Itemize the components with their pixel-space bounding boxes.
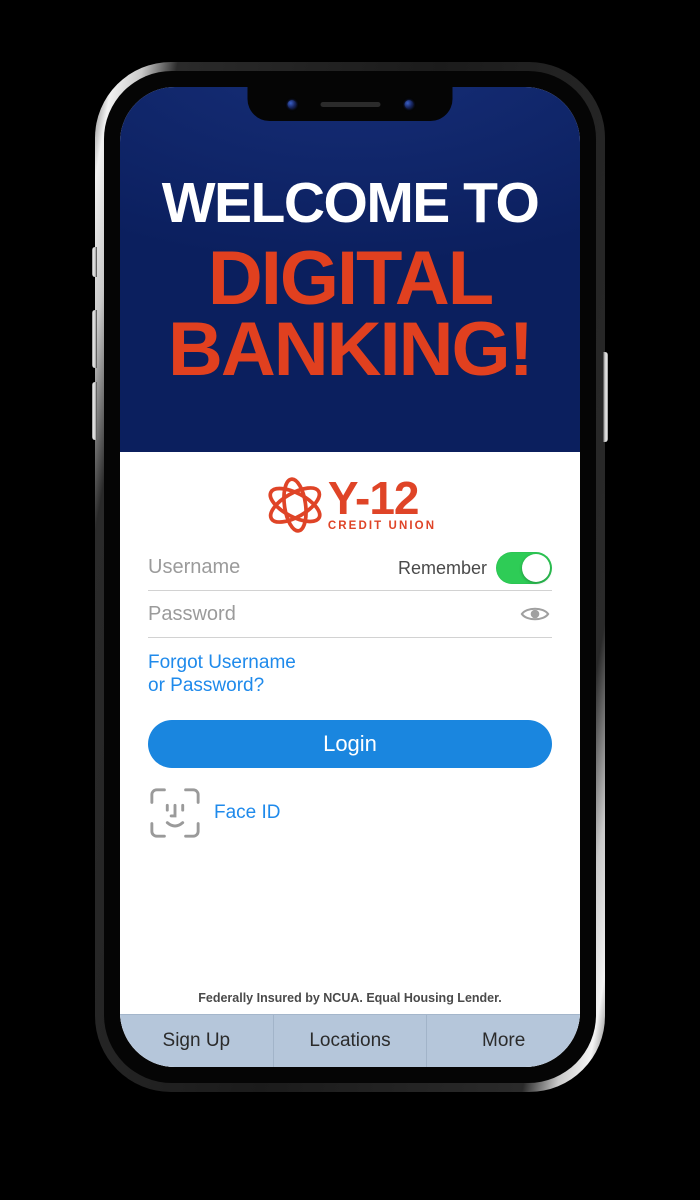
atom-icon [268,477,322,533]
face-id-sensor-icon [404,99,413,109]
welcome-banner: WELCOME TO DIGITAL BANKING! [120,87,580,452]
forgot-link-line2: or Password? [148,674,265,696]
face-id-label: Face ID [214,801,281,823]
eye-icon[interactable] [520,604,550,624]
login-screen: Y-12 CREDIT UNION Username Remember Pass… [120,452,580,1067]
remember-toggle-knob [522,554,550,582]
front-camera-icon [287,99,296,109]
disclaimer-text: Federally Insured by NCUA. Equal Housing… [198,991,502,1005]
brand-logo: Y-12 CREDIT UNION [120,452,580,544]
power-button[interactable] [603,352,608,442]
banner-banking-text: BANKING! [168,307,534,393]
face-id-icon[interactable] [148,786,202,840]
earpiece-speaker-icon [320,101,380,107]
phone-device: WELCOME TO DIGITAL BANKING! Y-12 CREDIT … [92,62,608,1092]
login-form: Username Remember Password Forgot Userna… [120,544,580,840]
phone-bezel: WELCOME TO DIGITAL BANKING! Y-12 CREDIT … [104,71,596,1083]
volume-up-button[interactable] [92,310,97,368]
logo-title: Y-12 [327,471,420,524]
username-field[interactable]: Username Remember [148,544,552,591]
remember-me-control[interactable]: Remember [398,552,552,584]
remember-toggle[interactable] [496,552,552,584]
bottom-tab-bar: Sign Up Locations More [120,1014,580,1067]
face-id-login[interactable]: Face ID [148,786,552,840]
password-placeholder: Password [148,602,236,625]
tab-locations[interactable]: Locations [272,1015,427,1067]
volume-down-button[interactable] [92,382,97,440]
forgot-link-line1: Forgot Username [148,652,296,673]
username-placeholder: Username [148,555,241,578]
login-button[interactable]: Login [148,719,552,768]
banner-digital-text: DIGITAL [207,235,494,321]
silence-switch[interactable] [92,247,97,277]
tab-more[interactable]: More [426,1015,580,1067]
remember-label: Remember [397,557,487,578]
banner-welcome-text: WELCOME TO [161,170,540,235]
tab-sign-up[interactable]: Sign Up [120,1015,273,1067]
password-field[interactable]: Password [148,591,552,638]
notch [247,87,453,121]
phone-screen: WELCOME TO DIGITAL BANKING! Y-12 CREDIT … [120,87,580,1067]
logo-subtitle: CREDIT UNION [327,520,437,533]
forgot-credentials-link[interactable]: Forgot Username or Password? [148,652,552,698]
